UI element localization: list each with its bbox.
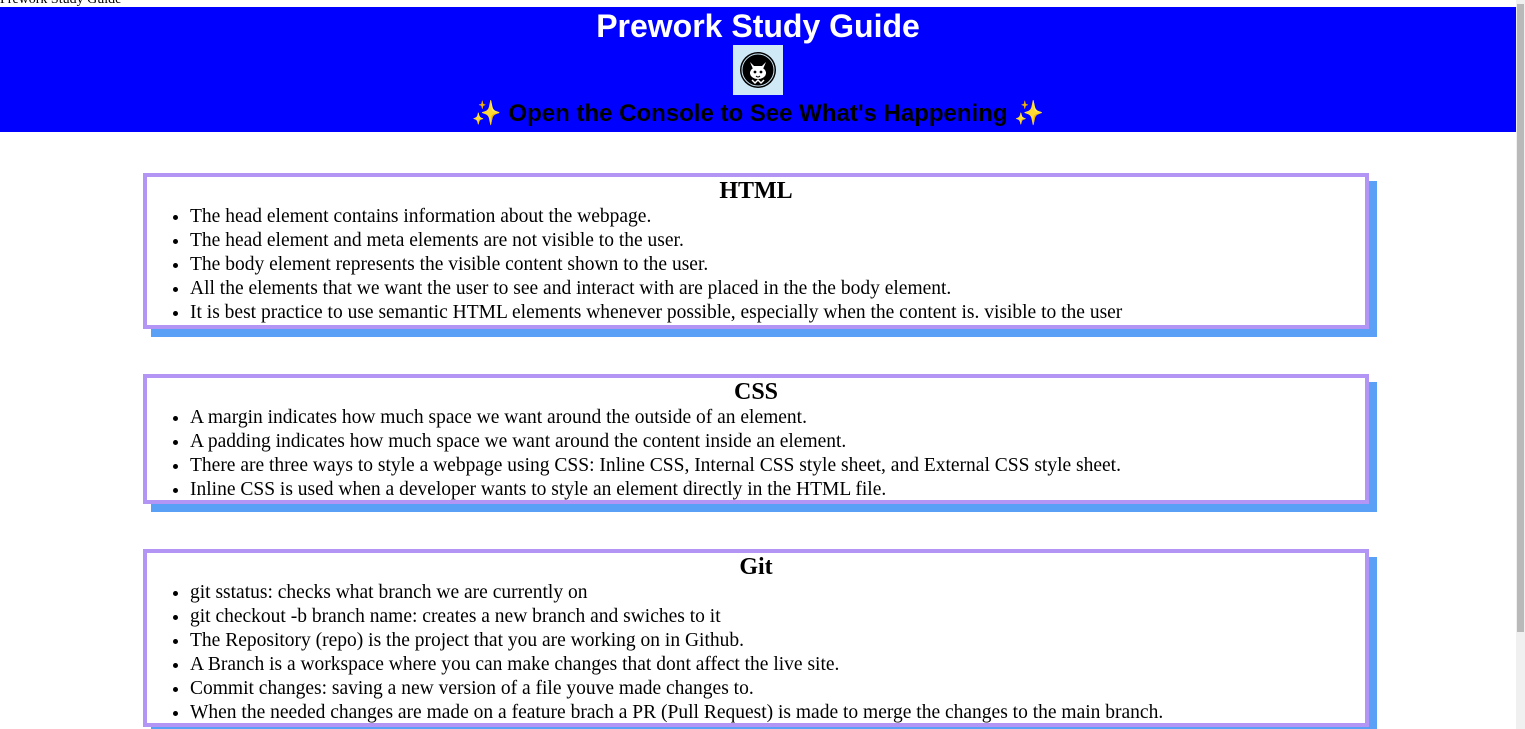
list-item: Inline CSS is used when a developer want… — [190, 478, 1365, 502]
list-item: A margin indicates how much space we wan… — [190, 406, 1365, 430]
list-item: git sstatus: checks what branch we are c… — [190, 581, 1365, 605]
vertical-scrollbar[interactable] — [1516, 0, 1525, 729]
list-item: When the needed changes are made on a fe… — [190, 701, 1365, 725]
list-item: All the elements that we want the user t… — [190, 277, 1365, 301]
section-list: A margin indicates how much space we wan… — [147, 406, 1365, 502]
page-header: Prework Study Guide ✨ Open the Console t… — [0, 7, 1516, 132]
list-item: The head element and meta elements are n… — [190, 229, 1365, 253]
section-git: Git git sstatus: checks what branch we a… — [143, 549, 1369, 727]
tagline-text: Open the Console to See What's Happening — [508, 100, 1008, 127]
list-item: The head element contains information ab… — [190, 205, 1365, 229]
section-html: HTML The head element contains informati… — [143, 173, 1369, 329]
section-title: CSS — [733, 379, 779, 405]
sparkle-icon: ✨ — [471, 100, 502, 127]
section-title: Git — [739, 554, 773, 580]
list-item: git checkout -b branch name: creates a n… — [190, 605, 1365, 629]
page-title: Prework Study Guide — [596, 8, 920, 44]
cat-face-icon — [733, 45, 783, 95]
list-item: The Repository (repo) is the project tha… — [190, 629, 1365, 653]
list-item: A Branch is a workspace where you can ma… — [190, 653, 1365, 677]
list-item: It is best practice to use semantic HTML… — [190, 301, 1365, 325]
section-title: HTML — [719, 178, 793, 204]
section-list: git sstatus: checks what branch we are c… — [147, 581, 1365, 725]
section-list: The head element contains information ab… — [147, 205, 1365, 325]
scrollbar-thumb[interactable] — [1517, 4, 1524, 632]
list-item: A padding indicates how much space we wa… — [190, 430, 1365, 454]
tagline: ✨ Open the Console to See What's Happeni… — [0, 99, 1516, 129]
list-item: The body element represents the visible … — [190, 253, 1365, 277]
list-item: Commit changes: saving a new version of … — [190, 677, 1365, 701]
list-item: There are three ways to style a webpage … — [190, 454, 1365, 478]
section-css: CSS A margin indicates how much space we… — [143, 374, 1369, 504]
sparkle-icon: ✨ — [1014, 100, 1045, 127]
